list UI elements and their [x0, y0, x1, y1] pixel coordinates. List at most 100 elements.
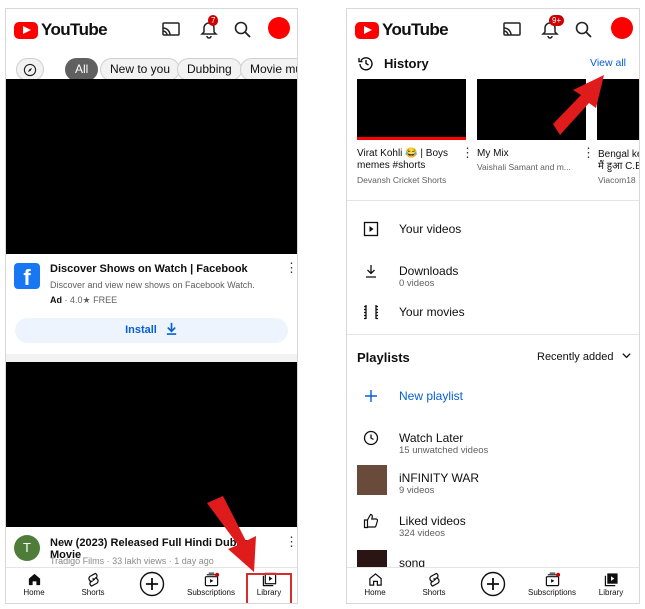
- watch-later-row[interactable]: Watch Later 15 unwatched videos: [357, 425, 629, 456]
- library-screen: YouTube 9+ History View all Virat Kohli …: [346, 8, 640, 604]
- plus-icon: [365, 390, 377, 402]
- bottom-nav: Home Shorts Subscriptions Library: [347, 567, 639, 603]
- view-all-link[interactable]: View all: [590, 57, 626, 69]
- shorts-icon: [428, 572, 440, 587]
- ad-label: Ad: [50, 295, 62, 305]
- watch-progress-bar: [357, 137, 466, 140]
- ad-rating: · 4.0★ FREE: [64, 295, 118, 305]
- row-label: Your videos: [399, 222, 462, 236]
- downloads-row[interactable]: Downloads 0 videos: [357, 258, 629, 289]
- row-label: New playlist: [399, 389, 464, 403]
- divider: [6, 354, 297, 362]
- plus-circle-icon: [139, 571, 165, 597]
- history-heading: History: [384, 56, 429, 71]
- cast-icon[interactable]: [502, 20, 522, 40]
- playlists-heading: Playlists: [357, 350, 410, 365]
- youtube-play-icon: [355, 21, 379, 39]
- nav-home[interactable]: Home: [347, 570, 403, 597]
- chevron-down-icon: [621, 353, 631, 359]
- chip-all[interactable]: All: [65, 58, 99, 81]
- your-movies-row[interactable]: Your movies: [357, 299, 629, 327]
- plus-circle-icon: [480, 571, 506, 597]
- more-options-icon[interactable]: ⋮: [285, 535, 297, 548]
- create-button[interactable]: [465, 570, 521, 598]
- film-icon: [364, 305, 378, 320]
- notifications-icon[interactable]: 7: [199, 15, 219, 40]
- top-bar: YouTube 7: [6, 9, 297, 51]
- search-icon[interactable]: [574, 20, 594, 40]
- create-button[interactable]: [124, 570, 180, 598]
- ad-meta: Ad · 4.0★ FREE: [50, 295, 117, 306]
- nav-library[interactable]: Library: [583, 570, 639, 597]
- history-item-channel: Devansh Cricket Shorts: [357, 175, 447, 185]
- nav-shorts[interactable]: Shorts: [406, 570, 462, 597]
- row-label: Watch Later: [399, 431, 464, 445]
- chip-dubbing[interactable]: Dubbing: [177, 58, 242, 81]
- thumbs-up-icon: [363, 513, 379, 529]
- shorts-icon: [87, 572, 99, 587]
- video-thumbnail[interactable]: [6, 79, 297, 254]
- ad-title[interactable]: Discover Shows on Watch | Facebook: [50, 263, 280, 275]
- sort-dropdown[interactable]: Recently added: [537, 350, 632, 363]
- cast-icon[interactable]: [161, 20, 181, 40]
- row-sublabel: 9 videos: [399, 485, 435, 496]
- library-highlight-box: [246, 573, 292, 603]
- install-label: Install: [125, 324, 157, 336]
- your-videos-row[interactable]: Your videos: [357, 216, 629, 244]
- brand-text: YouTube: [382, 20, 449, 39]
- row-sublabel: 15 unwatched videos: [399, 445, 489, 456]
- chip-movie-music[interactable]: Movie mus: [240, 58, 297, 81]
- nav-home[interactable]: Home: [6, 570, 62, 597]
- history-item-title[interactable]: My Mix: [477, 148, 585, 160]
- row-label: iNFINITY WAR: [399, 471, 479, 485]
- account-avatar[interactable]: [268, 17, 290, 39]
- history-item-channel: Viacom18: [598, 175, 636, 185]
- more-options-icon[interactable]: ⋮: [582, 146, 595, 159]
- chip-new-to-you[interactable]: New to you: [100, 58, 181, 81]
- liked-videos-row[interactable]: Liked videos 324 videos: [357, 508, 629, 539]
- channel-avatar[interactable]: T: [14, 535, 40, 561]
- notifications-icon[interactable]: 9+: [540, 15, 565, 40]
- download-icon: [166, 322, 177, 335]
- red-arrow-pointer: [207, 496, 256, 572]
- ad-card: f Discover Shows on Watch | Facebook Dis…: [6, 254, 297, 362]
- new-playlist-row[interactable]: New playlist: [357, 383, 629, 411]
- sort-label: Recently added: [537, 351, 614, 363]
- nav-label: Subscriptions: [186, 588, 236, 597]
- download-icon: [366, 265, 376, 278]
- red-arrow-pointer: [553, 75, 604, 135]
- history-icon: [358, 57, 373, 71]
- nav-shorts[interactable]: Shorts: [65, 570, 121, 597]
- home-icon: [28, 573, 40, 586]
- brand-text: YouTube: [41, 20, 108, 39]
- home-icon: [368, 573, 382, 586]
- history-thumbnail[interactable]: [357, 79, 466, 140]
- top-bar: YouTube 9+: [347, 9, 639, 51]
- explore-chip[interactable]: [16, 58, 44, 81]
- nav-label: Shorts: [81, 588, 105, 597]
- youtube-logo[interactable]: YouTube: [355, 20, 449, 40]
- nav-label: Home: [364, 588, 386, 597]
- facebook-icon: f: [14, 263, 40, 290]
- youtube-logo[interactable]: YouTube: [14, 20, 108, 40]
- divider: [347, 200, 639, 201]
- library-icon: [604, 573, 618, 587]
- install-button[interactable]: Install: [15, 318, 288, 343]
- nav-subscriptions[interactable]: Subscriptions: [524, 570, 580, 597]
- clock-icon: [363, 430, 379, 446]
- home-screen: YouTube 7 All New to you Dubbing Movie m…: [5, 8, 298, 604]
- history-item-channel: Vaishali Samant and m...: [477, 162, 571, 172]
- account-avatar[interactable]: [611, 17, 633, 39]
- ad-description: Discover and view new shows on Facebook …: [50, 280, 255, 290]
- nav-label: Home: [23, 588, 45, 597]
- infinity-war-row[interactable]: iNFINITY WAR 9 videos: [357, 465, 629, 496]
- more-options-icon[interactable]: ⋮: [461, 146, 474, 159]
- history-item-title[interactable]: Virat Kohli 😂 | Boys memes #shorts: [357, 148, 465, 172]
- history-item-title[interactable]: Bengal ke मैं हुआ C.B: [598, 149, 639, 173]
- nav-label: Shorts: [422, 588, 446, 597]
- row-sublabel: 0 videos: [399, 278, 435, 289]
- subscriptions-icon: [545, 572, 560, 587]
- more-options-icon[interactable]: ⋮: [285, 261, 297, 274]
- row-sublabel: 324 videos: [399, 528, 445, 539]
- search-icon[interactable]: [233, 20, 253, 40]
